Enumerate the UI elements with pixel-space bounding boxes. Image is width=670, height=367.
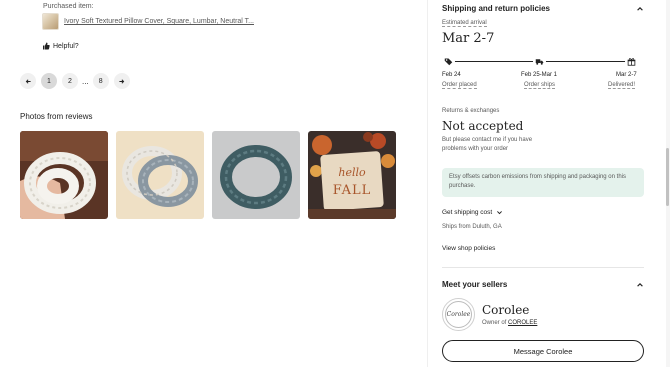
seller-shop-link[interactable]: COROLEE xyxy=(508,320,537,326)
photos-from-reviews-heading: Photos from reviews xyxy=(20,112,93,121)
tag-icon xyxy=(442,55,455,68)
column-divider xyxy=(427,0,428,367)
seller-owner-prefix: Owner of xyxy=(482,320,509,326)
estimated-arrival-label[interactable]: Estimated arrival xyxy=(442,20,487,27)
reviews-pagination: 1 2 ... 8 xyxy=(20,73,130,89)
order-placed-label[interactable]: Order placed xyxy=(442,82,477,89)
get-shipping-cost-button[interactable]: Get shipping cost xyxy=(442,209,503,216)
returns-exchanges-label: Returns & exchanges xyxy=(442,108,500,114)
purchased-item[interactable]: Ivory Soft Textured Pillow Cover, Square… xyxy=(42,13,254,30)
view-shop-policies-link[interactable]: View shop policies xyxy=(442,245,495,252)
page-2-button[interactable]: 2 xyxy=(62,73,78,89)
helpful-button[interactable]: Helpful? xyxy=(42,42,79,50)
chevron-up-icon[interactable] xyxy=(636,5,644,13)
review-photo-grey-scrunchies[interactable] xyxy=(116,131,204,219)
chevron-up-icon[interactable] xyxy=(636,281,644,289)
returns-exchanges-note: But please contact me if you have proble… xyxy=(442,137,533,152)
seller-logo-ring: Corolee xyxy=(445,301,472,328)
arrow-right-icon xyxy=(119,78,125,84)
carbon-offset-notice: Etsy offsets carbon emissions from shipp… xyxy=(442,168,644,197)
purchased-item-thumbnail[interactable] xyxy=(42,13,59,30)
returns-exchanges-value: Not accepted xyxy=(442,119,524,133)
seller-name: Corolee xyxy=(482,303,530,317)
review-photo-fall-pillow[interactable]: hello FALL xyxy=(308,131,396,219)
pillow-text-fall: FALL xyxy=(333,183,372,198)
pagination-ellipsis: ... xyxy=(82,76,89,86)
meet-sellers-title: Meet your sellers xyxy=(442,280,508,289)
delivery-timeline: Feb 24 Order placed Feb 25-Mar 1 Order s… xyxy=(442,55,638,95)
truck-icon xyxy=(533,55,546,68)
seller-details: Corolee Owner of COROLEE xyxy=(482,303,537,326)
arrow-left-icon xyxy=(25,78,31,84)
delivered-label[interactable]: Delivered! xyxy=(608,82,636,89)
next-page-button[interactable] xyxy=(113,73,130,89)
purchased-item-label: Purchased item: xyxy=(43,3,94,10)
message-seller-button[interactable]: Message Corolee xyxy=(442,340,644,362)
seller-logo-text: Corolee xyxy=(446,311,471,318)
scrollbar-thumb[interactable] xyxy=(666,148,669,206)
thumbs-up-icon xyxy=(43,42,50,50)
page-scrollbar[interactable] xyxy=(666,0,670,367)
seller-info: Corolee Corolee Owner of COROLEE xyxy=(442,298,537,331)
review-photos: hello FALL xyxy=(20,131,396,219)
chevron-down-icon xyxy=(497,211,503,215)
review-photo-white-scrunchie[interactable] xyxy=(20,131,108,219)
section-divider xyxy=(442,267,644,268)
gift-icon xyxy=(625,55,638,68)
page-1-button[interactable]: 1 xyxy=(41,73,57,89)
shipping-policies-title: Shipping and return policies xyxy=(442,4,551,13)
shipping-policies-header[interactable]: Shipping and return policies xyxy=(442,4,644,13)
meet-sellers-header[interactable]: Meet your sellers xyxy=(442,280,644,289)
purchased-item-link[interactable]: Ivory Soft Textured Pillow Cover, Square… xyxy=(64,18,254,25)
estimated-arrival-date: Mar 2-7 xyxy=(442,31,495,46)
pillow-text-hello: hello xyxy=(338,166,366,179)
review-photo-blue-scrunchie[interactable] xyxy=(212,131,300,219)
ships-from-text: Ships from Duluth, GA xyxy=(442,224,502,230)
previous-page-button[interactable] xyxy=(20,73,36,89)
seller-owner-line: Owner of COROLEE xyxy=(482,320,537,326)
get-shipping-cost-label: Get shipping cost xyxy=(442,209,493,216)
seller-avatar[interactable]: Corolee xyxy=(442,298,475,331)
order-placed-date: Feb 24 xyxy=(442,72,461,78)
page-8-button[interactable]: 8 xyxy=(92,73,109,89)
order-ships-date: Feb 25-Mar 1 xyxy=(521,72,558,78)
order-ships-label[interactable]: Order ships xyxy=(524,82,556,89)
helpful-label: Helpful? xyxy=(53,42,79,50)
delivered-date: Mar 2-7 xyxy=(616,72,637,78)
